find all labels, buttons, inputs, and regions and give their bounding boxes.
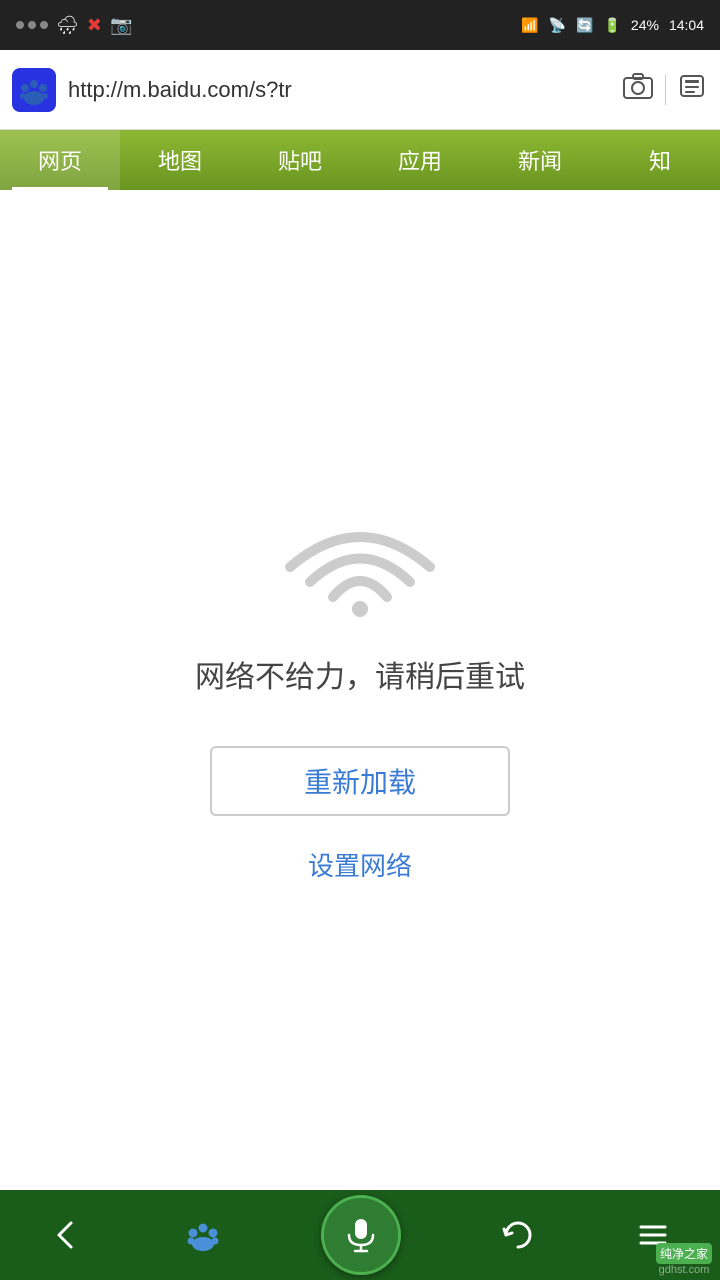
camera-icon[interactable] [623, 73, 653, 106]
baidu-home-button[interactable] [184, 1216, 222, 1254]
toolbar-icons [623, 73, 708, 106]
dot-3 [40, 21, 48, 29]
refresh-button[interactable] [500, 1217, 536, 1253]
tab-webpage[interactable]: 网页 [0, 130, 120, 190]
network-settings-link[interactable]: 设置网络 [308, 846, 412, 883]
tab-tieba[interactable]: 贴吧 [240, 130, 360, 190]
error-page: 网络不给力，请稍后重试 重新加载 设置网络 [0, 190, 720, 1190]
bottom-bar: 纯净之家 gdhst.com [0, 1190, 720, 1280]
tab-map[interactable]: 地图 [120, 130, 240, 190]
time-display: 14:04 [669, 17, 704, 33]
dot-2 [28, 21, 36, 29]
tab-zhidao[interactable]: 知 [600, 130, 720, 190]
screenshot-icon: 📷 [110, 15, 132, 36]
tab-apps[interactable]: 应用 [360, 130, 480, 190]
reload-button[interactable]: 重新加载 [210, 746, 510, 816]
missed-call-icon: ✖ [87, 15, 102, 36]
sim-icon: 📶 [521, 17, 538, 34]
status-right: 📶 📡 🔄 🔋 24% 14:04 [521, 17, 704, 34]
reload-button-text: 重新加载 [304, 761, 416, 801]
url-display: http://m.baidu.com/s?tr [68, 77, 611, 103]
tab-news[interactable]: 新闻 [480, 130, 600, 190]
status-dots [16, 21, 48, 29]
status-bar: 🌧 ✖ 📷 📶 📡 🔄 🔋 24% 14:04 [0, 0, 720, 50]
toolbar-divider [665, 75, 666, 105]
no-connection-icon [280, 497, 440, 622]
battery-percent: 24% [631, 17, 659, 33]
back-button[interactable] [49, 1217, 85, 1253]
battery-icon: 🔋 [603, 17, 620, 34]
mic-button[interactable] [321, 1195, 401, 1275]
address-bar: http://m.baidu.com/s?tr [0, 50, 720, 130]
wifi-status-icon: 📡 [549, 17, 566, 34]
dot-1 [16, 21, 24, 29]
watermark: 纯净之家 gdhst.com [656, 1243, 712, 1276]
status-left: 🌧 ✖ 📷 [16, 15, 132, 36]
sync-icon: 🔄 [576, 17, 593, 34]
url-input-container[interactable]: http://m.baidu.com/s?tr [68, 77, 611, 103]
nav-tabs: 网页 地图 贴吧 应用 新闻 知 [0, 130, 720, 190]
weather-icon: 🌧 [56, 15, 79, 36]
error-message: 网络不给力，请稍后重试 [195, 652, 525, 696]
baidu-logo [12, 68, 56, 112]
tab-icon[interactable] [678, 73, 708, 106]
